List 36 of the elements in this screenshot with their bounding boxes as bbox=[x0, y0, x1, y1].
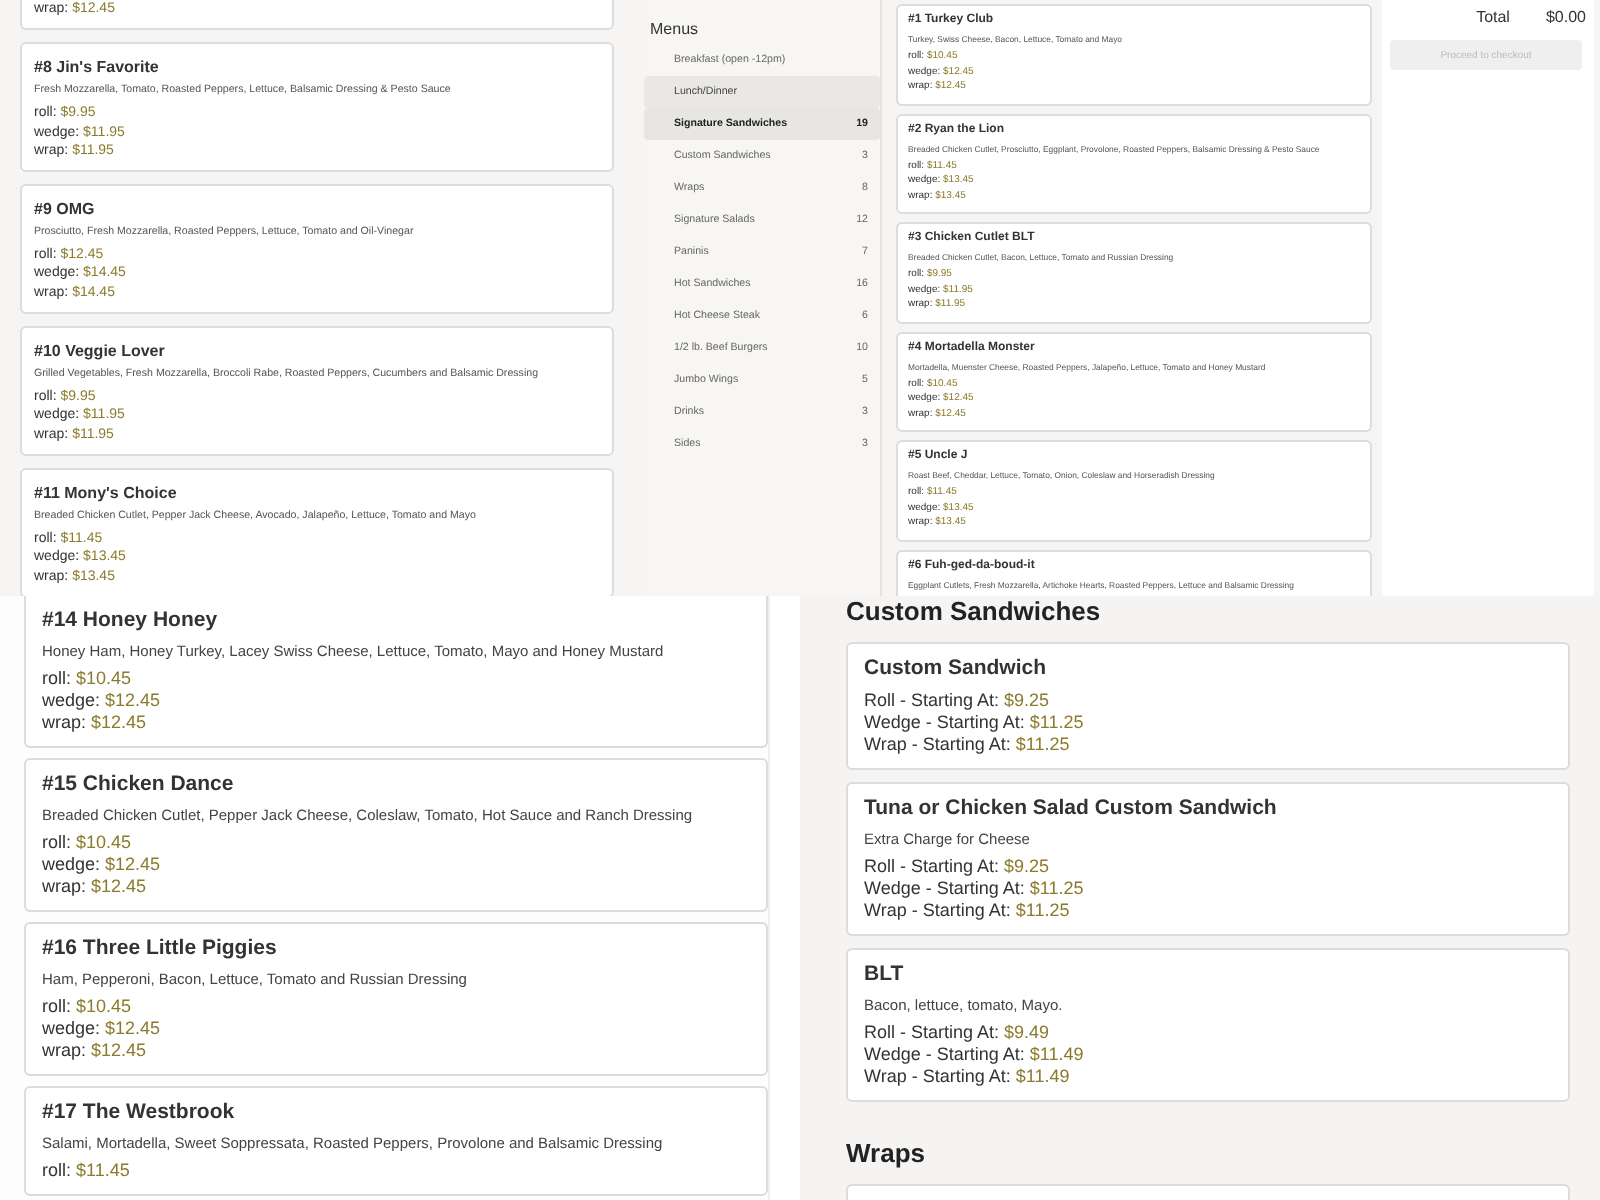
price-line: roll: $10.45 bbox=[42, 832, 134, 854]
item-title: Custom Sandwich bbox=[864, 656, 1049, 680]
price-line: wedge: $12.45 bbox=[42, 854, 163, 876]
price-line: Wrap - Starting At: $11.49 bbox=[864, 1066, 1072, 1088]
item-title: #8 Jin's Favorite bbox=[34, 58, 161, 77]
price-line: Roll - Starting At: $9.25 bbox=[864, 856, 1052, 878]
item-title: #16 Three Little Piggies bbox=[42, 936, 279, 960]
item-title: #11 Mony's Choice bbox=[34, 483, 179, 502]
menu-card[interactable]: Custom Sandwich Roll - Starting At: $9.25 Wedge - Starting At: $11.25 Wrap - Starting At: $11.25 bbox=[846, 642, 1570, 770]
price-line: Roll - Starting At: $9.49 bbox=[864, 1022, 1052, 1044]
item-title: #17 The Westbrook bbox=[42, 1100, 237, 1124]
price-line: Wrap - Starting At: $11.25 bbox=[864, 734, 1072, 756]
item-title: BLT bbox=[864, 962, 906, 986]
price-line: Wedge - Starting At: $11.25 bbox=[864, 712, 1086, 734]
total-label: Total bbox=[1476, 8, 1510, 26]
price-line: Wedge - Starting At: $11.49 bbox=[864, 1044, 1086, 1066]
price-line: wrap: $12.45 bbox=[42, 712, 149, 734]
item-title: #14 Honey Honey bbox=[42, 608, 220, 632]
section-heading: Custom Sandwiches bbox=[846, 596, 1103, 626]
item-title: #10 Veggie Lover bbox=[34, 342, 167, 361]
item-title: #15 Chicken Dance bbox=[42, 772, 236, 796]
price-line: wedge: $12.45 bbox=[42, 690, 163, 712]
price-line: roll: $10.45 bbox=[42, 668, 134, 690]
price-line: wedge: $12.45 bbox=[42, 1018, 163, 1040]
price-line: wrap: $12.45 bbox=[42, 876, 149, 898]
price-line: Wedge - Starting At: $11.25 bbox=[864, 878, 1086, 900]
section-heading: Wraps bbox=[846, 1138, 927, 1168]
price-line: roll: $10.45 bbox=[42, 996, 134, 1018]
price-line: wrap: $12.45 bbox=[42, 1040, 149, 1062]
total-amount: $0.00 bbox=[1545, 8, 1586, 26]
price-line: Wrap - Starting At: $11.25 bbox=[864, 900, 1072, 922]
price-line: Roll - Starting At: $9.25 bbox=[864, 690, 1052, 712]
menus-heading: Menus bbox=[648, 20, 701, 38]
item-title: #9 OMG bbox=[34, 200, 97, 219]
price-line: roll: $11.45 bbox=[42, 1160, 132, 1182]
item-title: Tuna or Chicken Salad Custom Sandwich bbox=[864, 796, 1279, 820]
